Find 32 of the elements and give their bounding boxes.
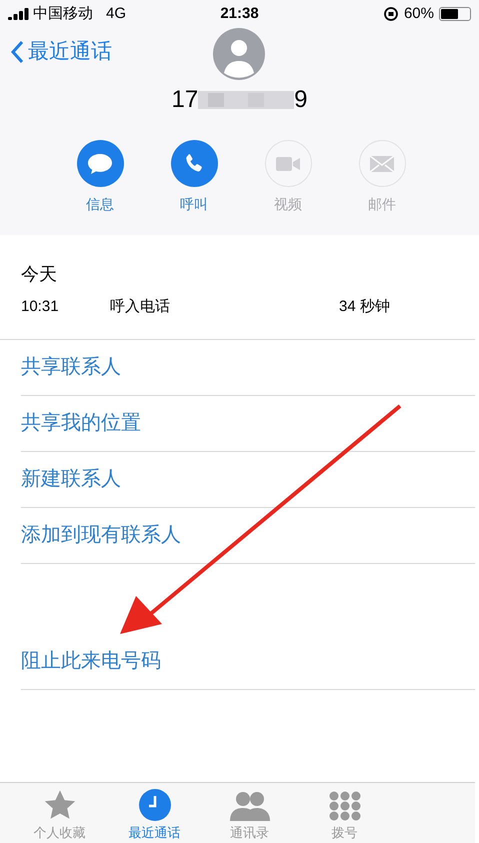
envelope-icon (369, 154, 395, 172)
tab-bar-item[interactable]: 拨号 (297, 783, 392, 843)
back-button[interactable]: 最近通话 (10, 36, 112, 68)
chevron-left-icon (10, 40, 24, 64)
video-camera-icon (275, 154, 301, 172)
clock-icon (138, 788, 170, 820)
carrier-name: 中国移动 (33, 4, 93, 24)
clock-time: 21:38 (220, 4, 259, 24)
call-type: 呼入电话 (110, 297, 171, 317)
option-link[interactable]: 共享联系人 (21, 352, 121, 382)
phone-number-start: 17 (171, 85, 198, 115)
star-icon (42, 788, 76, 820)
phone-number-end: 9 (294, 85, 308, 115)
tab-bar-item[interactable]: 个人收藏 (12, 783, 107, 843)
battery-percent: 60% (404, 4, 434, 24)
signal-icon (8, 8, 30, 20)
people-icon (228, 790, 270, 820)
tab-bar-item[interactable]: 最近通话 (107, 783, 202, 843)
battery-icon (439, 7, 471, 21)
call-time: 10:31 (21, 297, 60, 317)
option-link[interactable]: 共享我的位置 (21, 408, 141, 438)
tab-bar-item[interactable]: 通讯录 (202, 783, 297, 843)
option-link[interactable]: 新建联系人 (21, 464, 121, 494)
speech-bubble-icon (87, 152, 113, 174)
keypad-icon (328, 790, 360, 820)
option-link[interactable]: 添加到现有联系人 (21, 520, 181, 550)
block-number-link[interactable]: 阻止此来电号码 (21, 646, 161, 676)
avatar (213, 28, 265, 80)
call-date: 今天 (21, 263, 58, 286)
call-duration: 34 秒钟 (339, 297, 390, 317)
rotation-lock-icon (382, 6, 399, 22)
network-type: 4G (106, 4, 126, 24)
